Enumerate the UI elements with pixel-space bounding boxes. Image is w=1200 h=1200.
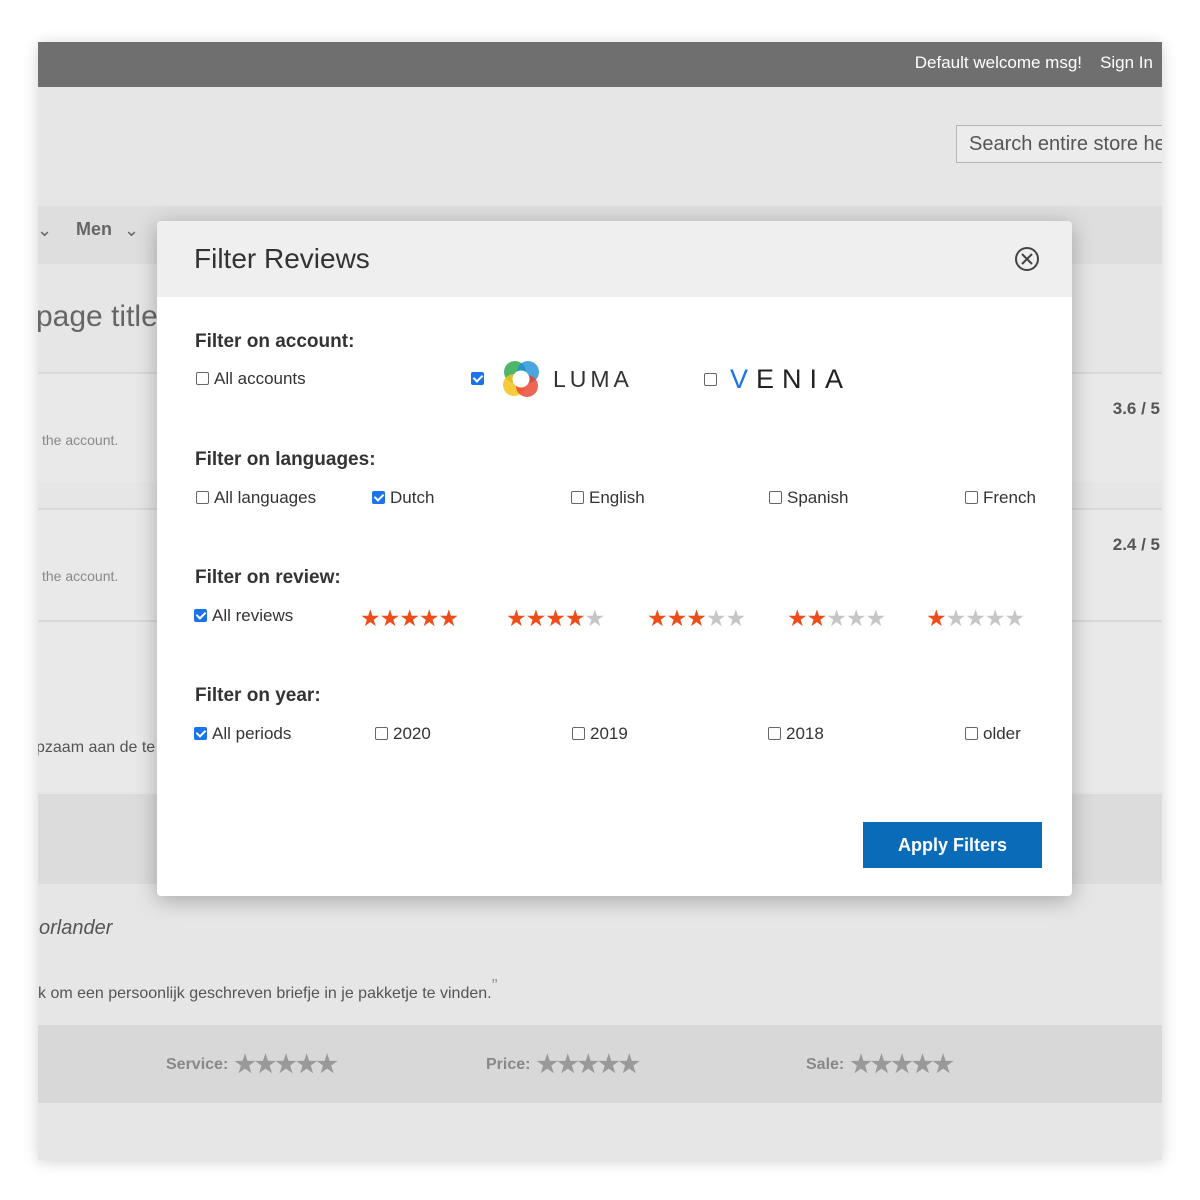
- star-filter-2[interactable]: ★★★★★: [787, 605, 886, 632]
- star-filter-1[interactable]: ★★★★★: [926, 605, 1025, 632]
- star-icon: ★★: [787, 605, 827, 631]
- venia-logo-rest: ENIA: [756, 364, 852, 394]
- modal-header: Filter Reviews: [157, 221, 1072, 297]
- price-rating: Price: ★★★★★: [486, 1050, 640, 1079]
- checkbox[interactable]: [194, 727, 207, 740]
- star-filter-4[interactable]: ★★★★★: [506, 605, 605, 632]
- review-account-text: the account.: [42, 432, 119, 448]
- venia-logo: VENIA: [730, 364, 851, 395]
- review-quote: k om een persoonlijk geschreven briefje …: [38, 976, 498, 1003]
- checkbox[interactable]: [471, 372, 484, 385]
- review-text: pzaam aan de te: [38, 739, 156, 756]
- language-option-dutch[interactable]: Dutch: [372, 488, 434, 508]
- venia-logo-v: V: [730, 364, 757, 394]
- star-rating-icon: ★★★★★: [536, 1051, 640, 1078]
- rating-label: Price:: [486, 1056, 531, 1073]
- search-input[interactable]: Search entire store he: [956, 125, 1162, 163]
- option-label: English: [589, 488, 645, 507]
- nav-item-men[interactable]: Men: [76, 219, 112, 240]
- venia-checkbox-wrap[interactable]: [704, 370, 722, 390]
- luma-checkbox-wrap[interactable]: [471, 369, 489, 389]
- sign-in-link[interactable]: Sign In: [1100, 53, 1153, 73]
- checkbox[interactable]: [572, 727, 585, 740]
- option-label: 2018: [786, 724, 824, 743]
- option-label: 2020: [393, 724, 431, 743]
- option-label: All reviews: [212, 606, 294, 625]
- checkbox[interactable]: [704, 373, 717, 386]
- checkbox[interactable]: [965, 727, 978, 740]
- filter-reviews-modal: Filter Reviews Filter on account: All ac…: [157, 221, 1072, 896]
- languages-filter-label: Filter on languages:: [195, 449, 376, 470]
- year-option-2020[interactable]: 2020: [375, 724, 431, 744]
- account-filter-label: Filter on account:: [195, 331, 355, 352]
- language-option-all[interactable]: All languages: [196, 488, 316, 508]
- option-label: All languages: [214, 488, 317, 507]
- checkbox[interactable]: [372, 491, 385, 504]
- star-icon: ★★: [705, 605, 746, 631]
- checkbox[interactable]: [375, 727, 388, 740]
- review-author: orlander: [39, 917, 113, 939]
- star-filter-3[interactable]: ★★★★★: [647, 605, 746, 632]
- review-filter-label: Filter on review:: [195, 567, 341, 588]
- star-icon: ★★★★: [506, 605, 585, 631]
- option-label: older: [983, 724, 1021, 743]
- sale-rating: Sale: ★★★★★: [806, 1050, 954, 1079]
- chevron-down-icon: ⌄: [124, 220, 140, 240]
- year-option-all[interactable]: All periods: [194, 724, 291, 744]
- option-label: All periods: [212, 724, 292, 743]
- checkbox[interactable]: [194, 609, 207, 622]
- luma-logo-icon: [503, 361, 539, 397]
- checkbox[interactable]: [571, 491, 584, 504]
- star-rating-icon: ★★★★★: [234, 1051, 338, 1078]
- luma-logo: LUMA: [500, 358, 629, 405]
- language-option-english[interactable]: English: [571, 488, 645, 508]
- review-score: 2.4 / 5: [1112, 535, 1160, 554]
- welcome-message: Default welcome msg!: [914, 53, 1082, 72]
- option-label: Spanish: [787, 488, 849, 507]
- option-label: All accounts: [214, 369, 306, 388]
- service-rating: Service: ★★★★★: [166, 1050, 338, 1079]
- checkbox[interactable]: [769, 491, 782, 504]
- star-icon: ★★★: [826, 605, 886, 631]
- year-option-2018[interactable]: 2018: [768, 724, 824, 744]
- chevron-down-icon: ⌄: [38, 220, 53, 240]
- language-option-spanish[interactable]: Spanish: [769, 488, 848, 508]
- review-account-text: the account.: [42, 568, 119, 584]
- star-icon: ★★★: [647, 605, 707, 631]
- star-icon: ★: [926, 605, 947, 631]
- checkbox[interactable]: [196, 372, 209, 385]
- quote-mark-icon: ”: [491, 976, 498, 996]
- star-icon: ★: [584, 605, 605, 631]
- year-option-2019[interactable]: 2019: [572, 724, 628, 744]
- star-rating-icon: ★★★★★: [850, 1051, 954, 1078]
- year-filter-label: Filter on year:: [195, 685, 321, 706]
- apply-filters-button[interactable]: Apply Filters: [863, 822, 1042, 868]
- language-option-french[interactable]: French: [965, 488, 1036, 508]
- close-button[interactable]: [1015, 247, 1039, 271]
- modal-title: Filter Reviews: [194, 243, 370, 274]
- all-accounts-option[interactable]: All accounts: [196, 369, 306, 389]
- checkbox[interactable]: [768, 727, 781, 740]
- option-label: 2019: [590, 724, 628, 743]
- review-quote-text: k om een persoonlijk geschreven briefje …: [38, 985, 492, 1002]
- star-filter-5[interactable]: ★★★★★: [360, 605, 459, 632]
- top-header-bar: Default welcome msg! Sign In: [38, 42, 1162, 87]
- checkbox[interactable]: [965, 491, 978, 504]
- option-label: French: [983, 488, 1036, 507]
- star-icon: ★★★★: [945, 605, 1025, 631]
- checkbox[interactable]: [196, 491, 209, 504]
- luma-wordmark: LUMA: [553, 366, 633, 392]
- rating-label: Sale:: [806, 1056, 845, 1073]
- page-title: page title: [38, 300, 158, 333]
- close-icon: [1021, 253, 1033, 265]
- review-score: 3.6 / 5: [1112, 399, 1160, 418]
- rating-label: Service:: [166, 1056, 229, 1073]
- all-reviews-option[interactable]: All reviews: [194, 606, 293, 626]
- year-option-older[interactable]: older: [965, 724, 1021, 744]
- option-label: Dutch: [390, 488, 435, 507]
- star-icon: ★★★★★: [360, 605, 459, 631]
